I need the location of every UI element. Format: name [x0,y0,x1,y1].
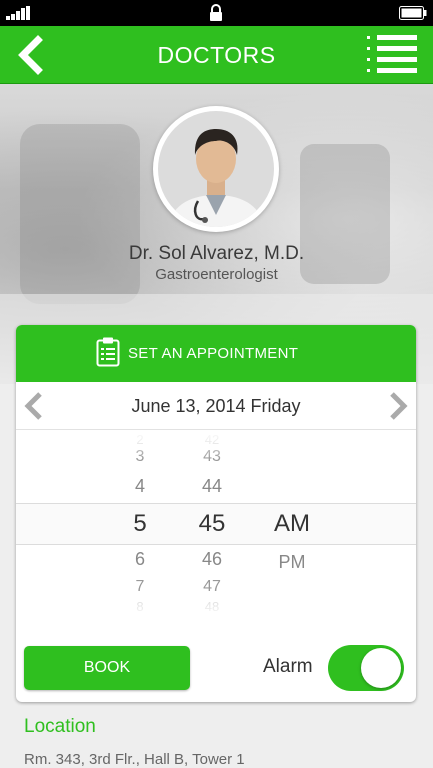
picker-option[interactable]: AM [252,509,332,539]
chevron-left-icon [24,392,42,420]
battery-icon [399,6,427,20]
picker-option[interactable]: 4 [110,474,170,498]
chevron-right-icon [390,392,408,420]
picker-option[interactable]: 45 [182,509,242,539]
location-title: Location [24,716,96,737]
picker-fade [16,590,416,620]
clipboard-icon [96,337,120,367]
book-button[interactable]: BOOK [24,646,190,690]
picker-option[interactable]: 6 [110,547,170,571]
appointment-card: SET AN APPOINTMENT June 13, 2014 Friday … [16,325,416,702]
alarm-label: Alarm [263,656,313,677]
back-button[interactable] [10,34,52,76]
alarm-toggle[interactable] [328,645,404,691]
picker-option[interactable]: 44 [182,474,242,498]
set-appointment-header[interactable]: SET AN APPOINTMENT [16,325,416,382]
set-appointment-label: SET AN APPOINTMENT [128,345,299,362]
list-menu-icon [367,35,417,73]
location-address: Rm. 343, 3rd Flr., Hall B, Tower 1 [24,751,245,768]
picker-option[interactable]: 46 [182,547,242,571]
picker-option[interactable]: 5 [110,509,170,539]
app-header: DOCTORS [0,26,433,84]
menu-button[interactable] [367,35,419,75]
signal-icon [6,6,30,20]
status-bar [0,0,433,26]
doctor-portrait-icon [158,111,274,227]
next-date-button[interactable] [386,392,410,420]
selected-date: June 13, 2014 Friday [131,396,301,416]
prev-date-button[interactable] [22,392,46,420]
doctor-name: Dr. Sol Alvarez, M.D. [128,243,305,264]
doctor-avatar [153,106,279,232]
toggle-knob [361,648,401,688]
lock-icon [210,4,222,21]
picker-fade [16,430,416,460]
picker-option[interactable]: PM [252,547,332,577]
time-picker: 2345678 42434445464748 AMPM [16,430,416,620]
date-selector: June 13, 2014 Friday [16,382,416,430]
chevron-left-icon [18,35,43,75]
doctor-specialty: Gastroenterologist [155,266,278,283]
